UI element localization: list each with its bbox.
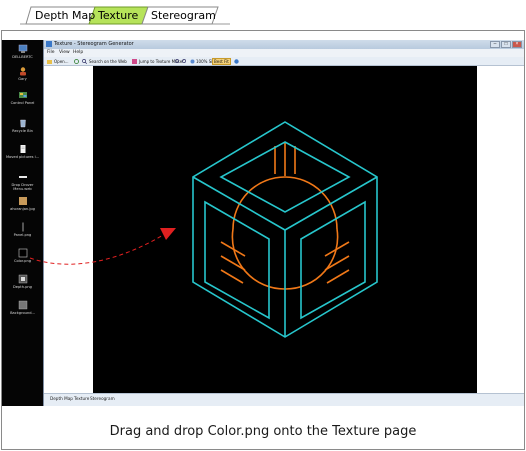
- drag-arrow: [29, 228, 176, 265]
- drag-path: [29, 231, 169, 265]
- drag-arrowhead: [160, 228, 176, 240]
- caption: Drag and drop Color.png onto the Texture…: [109, 424, 417, 439]
